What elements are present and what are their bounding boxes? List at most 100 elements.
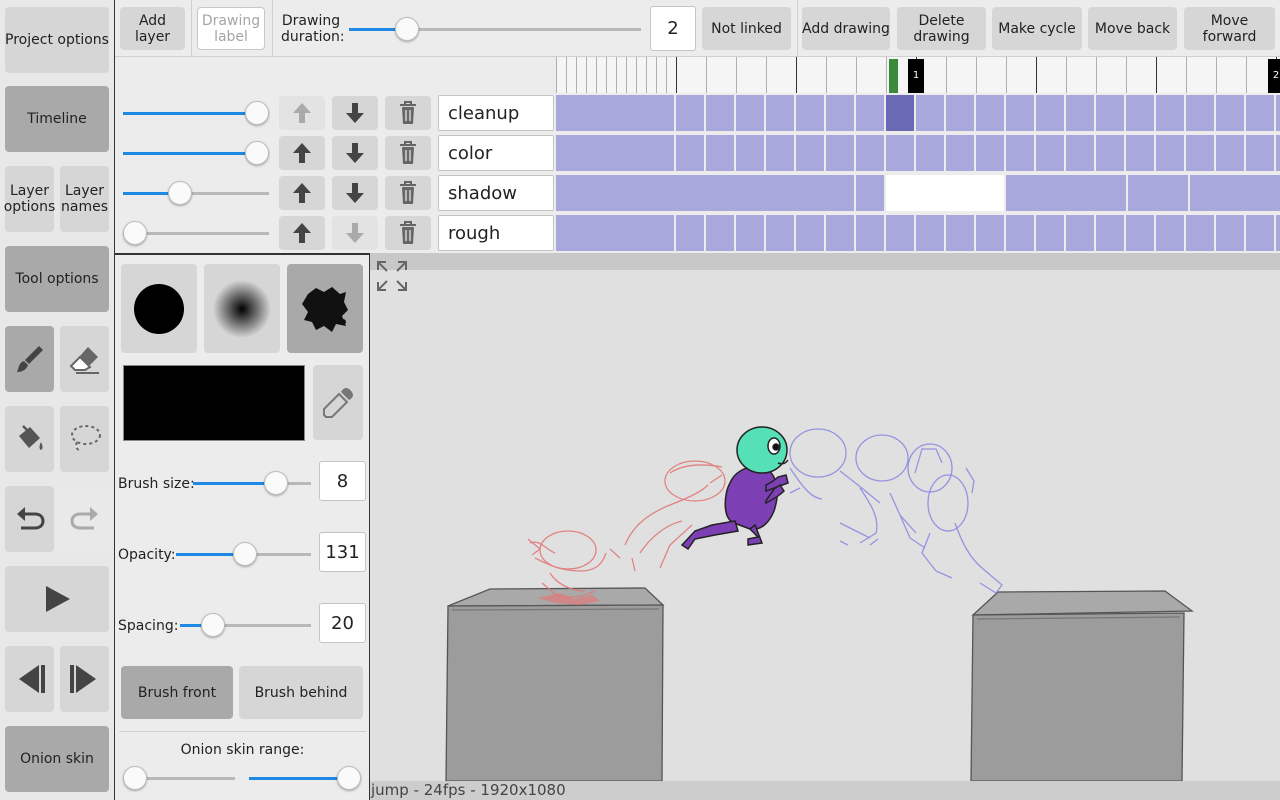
- drawing-cell[interactable]: [916, 215, 944, 251]
- hard-round-brush-button[interactable]: [121, 264, 197, 353]
- drawing-cell[interactable]: [1186, 215, 1214, 251]
- drawing-cell[interactable]: [856, 135, 884, 171]
- brush-behind-button[interactable]: Brush behind: [239, 666, 363, 719]
- frame-ruler[interactable]: 12: [556, 57, 1280, 93]
- drawing-cell[interactable]: [1096, 135, 1124, 171]
- layer-name-field[interactable]: shadow: [438, 175, 554, 211]
- drawing-cell[interactable]: [706, 215, 734, 251]
- drawing-cell[interactable]: [736, 95, 764, 131]
- drawing-cell[interactable]: [1216, 215, 1244, 251]
- layer-name-field[interactable]: color: [438, 135, 554, 171]
- brush-size-value[interactable]: 8: [319, 461, 366, 501]
- delete-layer-button[interactable]: [385, 216, 431, 250]
- drawing-cell[interactable]: [1036, 135, 1064, 171]
- move-layer-up-button[interactable]: [279, 136, 325, 170]
- layer-names-button[interactable]: Layer names: [60, 166, 109, 232]
- drawing-cell[interactable]: [1276, 215, 1280, 251]
- move-layer-down-button[interactable]: [332, 136, 378, 170]
- drawing-cell[interactable]: [826, 135, 854, 171]
- brush-size-slider[interactable]: [193, 469, 311, 497]
- move-back-button[interactable]: Move back: [1088, 7, 1177, 50]
- drawing-cell[interactable]: [706, 135, 734, 171]
- layer-name-field[interactable]: cleanup: [438, 95, 554, 131]
- drawing-cell[interactable]: [796, 95, 824, 131]
- drawing-cell[interactable]: [976, 135, 1004, 171]
- drawing-duration-slider[interactable]: [349, 15, 641, 43]
- drawing-cell[interactable]: [916, 135, 944, 171]
- slider-thumb[interactable]: [245, 101, 269, 125]
- drawing-cell[interactable]: [1036, 215, 1064, 251]
- drawing-cell[interactable]: [766, 135, 794, 171]
- drawing-cell[interactable]: [946, 95, 974, 131]
- empty-cell[interactable]: [886, 175, 1004, 211]
- drawing-cell[interactable]: [736, 215, 764, 251]
- current-frame-indicator[interactable]: [889, 59, 898, 93]
- drawing-cell[interactable]: [1066, 95, 1094, 131]
- slider-thumb[interactable]: [233, 542, 257, 566]
- layer-track[interactable]: [556, 215, 1280, 251]
- drawing-cell[interactable]: [1156, 95, 1184, 131]
- drawing-cell[interactable]: [556, 175, 854, 211]
- eyedropper-button[interactable]: [313, 365, 363, 440]
- onion-skin-before-slider[interactable]: [123, 764, 235, 792]
- layer-name-field[interactable]: rough: [438, 215, 554, 251]
- drawing-duration-value[interactable]: 2: [650, 6, 696, 51]
- drawing-cell[interactable]: [1126, 135, 1154, 171]
- drawing-cell[interactable]: [1276, 135, 1280, 171]
- drawing-cell[interactable]: [856, 175, 884, 211]
- drawing-cell[interactable]: [1190, 175, 1280, 211]
- drawing-cell[interactable]: [856, 95, 884, 131]
- drawing-cell[interactable]: [946, 135, 974, 171]
- move-layer-down-button[interactable]: [332, 96, 378, 130]
- spacing-value[interactable]: 20: [319, 603, 366, 643]
- drawing-cell[interactable]: [916, 95, 944, 131]
- slider-thumb[interactable]: [395, 17, 419, 41]
- redo-button[interactable]: [60, 486, 109, 552]
- drawing-cell[interactable]: [676, 215, 704, 251]
- move-layer-down-button[interactable]: [332, 176, 378, 210]
- drawing-cell[interactable]: [706, 95, 734, 131]
- drawing-cell[interactable]: [856, 215, 884, 251]
- drawing-cell[interactable]: [1096, 95, 1124, 131]
- delete-drawing-button[interactable]: Delete drawing: [897, 7, 986, 50]
- drawing-canvas[interactable]: jump - 24fps - 1920x1080: [370, 253, 1280, 800]
- delete-layer-button[interactable]: [385, 96, 431, 130]
- slider-thumb[interactable]: [337, 766, 361, 790]
- layer-opacity-slider[interactable]: [123, 139, 269, 167]
- drawing-cell[interactable]: [1126, 95, 1154, 131]
- drawing-cell[interactable]: [766, 95, 794, 131]
- spacing-slider[interactable]: [180, 611, 311, 639]
- drawing-cell[interactable]: [766, 215, 794, 251]
- slider-thumb[interactable]: [264, 471, 288, 495]
- move-layer-down-button[interactable]: [332, 216, 378, 250]
- drawing-cell[interactable]: [556, 135, 674, 171]
- drawing-cell[interactable]: [1128, 175, 1188, 211]
- drawing-cell[interactable]: [1216, 135, 1244, 171]
- drawing-cell[interactable]: [1006, 215, 1034, 251]
- slider-thumb[interactable]: [123, 766, 147, 790]
- move-layer-up-button[interactable]: [279, 216, 325, 250]
- slider-thumb[interactable]: [245, 141, 269, 165]
- soft-round-brush-button[interactable]: [204, 264, 280, 353]
- drawing-cell[interactable]: [1006, 95, 1034, 131]
- layer-track[interactable]: [556, 135, 1280, 171]
- selected-drawing-cell[interactable]: [886, 95, 914, 131]
- color-swatch[interactable]: [123, 365, 305, 441]
- opacity-value[interactable]: 131: [319, 532, 366, 572]
- drawing-cell[interactable]: [556, 95, 674, 131]
- fill-tool-button[interactable]: [5, 406, 54, 472]
- make-cycle-button[interactable]: Make cycle: [992, 7, 1082, 50]
- drawing-cell[interactable]: [796, 135, 824, 171]
- undo-button[interactable]: [5, 486, 54, 552]
- move-layer-up-button[interactable]: [279, 96, 325, 130]
- drawing-cell[interactable]: [1036, 95, 1064, 131]
- drawing-cell[interactable]: [946, 215, 974, 251]
- drawing-cell[interactable]: [1066, 215, 1094, 251]
- onion-skin-after-slider[interactable]: [249, 764, 361, 792]
- drawing-label-button[interactable]: Drawing label: [197, 7, 265, 50]
- brush-tool-button[interactable]: [5, 326, 54, 392]
- drawing-cell[interactable]: [676, 95, 704, 131]
- drawing-cell[interactable]: [1096, 215, 1124, 251]
- add-layer-button[interactable]: Add layer: [120, 7, 185, 50]
- layer-track[interactable]: [556, 95, 1280, 131]
